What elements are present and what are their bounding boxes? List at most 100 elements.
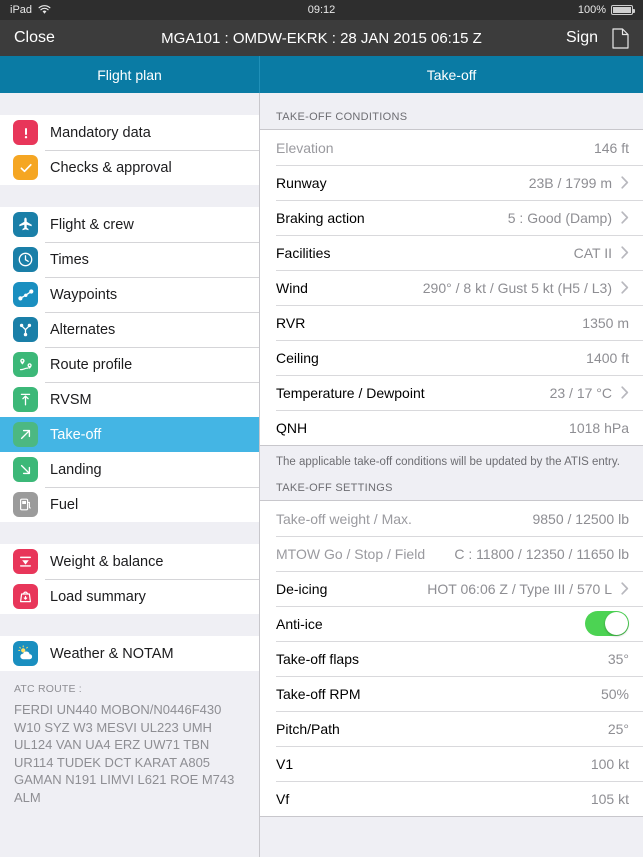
document-icon[interactable] xyxy=(612,27,629,49)
sidebar-item-label: Times xyxy=(50,251,89,268)
sidebar-item-fuel[interactable]: Fuel xyxy=(0,487,259,522)
sidebar-item-load-summary[interactable]: Load summary xyxy=(0,579,259,614)
row-label: Braking action xyxy=(276,209,365,226)
sidebar-item-times[interactable]: Times xyxy=(0,242,259,277)
sidebar-item-label: Weather & NOTAM xyxy=(50,645,174,662)
row-pitch-path: Pitch/Path 25° xyxy=(260,711,643,746)
rvsm-arrow-icon xyxy=(13,387,38,412)
row-ceiling: Ceiling 1400 ft xyxy=(260,340,643,375)
app-screen: iPad 09:12 100% Close MGA101 : OMDW-EKRK… xyxy=(0,0,643,857)
row-label: Take-off flaps xyxy=(276,650,360,667)
navigation-bar-right: Sign xyxy=(566,27,629,49)
row-wind[interactable]: Wind 290° / 8 kt / Gust 5 kt (H5 / L3) xyxy=(260,270,643,305)
row-value-wrap: 5 : Good (Damp) xyxy=(508,210,629,226)
row-label: Pitch/Path xyxy=(276,720,340,737)
battery-icon xyxy=(611,5,635,15)
take-off-settings-list: Take-off weight / Max. 9850 / 12500 lb M… xyxy=(260,500,643,817)
row-value: 146 ft xyxy=(593,139,629,156)
device-name: iPad xyxy=(10,4,33,16)
sidebar-item-weather-notam[interactable]: Weather & NOTAM xyxy=(0,636,259,671)
sidebar-item-mandatory-data[interactable]: Mandatory data xyxy=(0,115,259,150)
sign-button[interactable]: Sign xyxy=(566,29,598,47)
row-label: De-icing xyxy=(276,580,328,597)
row-runway[interactable]: Runway 23B / 1799 m xyxy=(260,165,643,200)
chevron-right-icon xyxy=(621,386,629,399)
sidebar-spacer xyxy=(0,522,259,544)
sidebar: Mandatory data Checks & approval Flight … xyxy=(0,93,260,857)
row-value: C : 11800 / 12350 / 11650 lb xyxy=(454,545,629,562)
row-label: Take-off weight / Max. xyxy=(276,510,412,527)
sidebar-item-waypoints[interactable]: Waypoints xyxy=(0,277,259,312)
row-mtow: MTOW Go / Stop / Field C : 11800 / 12350… xyxy=(260,536,643,571)
chevron-right-icon xyxy=(621,176,629,189)
atis-note: The applicable take-off conditions will … xyxy=(260,446,643,482)
exclamation-icon xyxy=(13,120,38,145)
page-title: MGA101 : OMDW-EKRK : 28 JAN 2015 06:15 Z xyxy=(161,29,482,47)
tab-take-off[interactable]: Take-off xyxy=(260,56,643,93)
sidebar-item-landing[interactable]: Landing xyxy=(0,452,259,487)
check-icon xyxy=(13,155,38,180)
row-facilities[interactable]: Facilities CAT II xyxy=(260,235,643,270)
sidebar-group-plan: Flight & crew Times Waypoints Alternates… xyxy=(0,207,259,522)
sidebar-item-label: Weight & balance xyxy=(50,553,164,570)
row-take-off-flaps: Take-off flaps 35° xyxy=(260,641,643,676)
sidebar-item-label: Fuel xyxy=(50,496,79,513)
row-value: 5 : Good (Damp) xyxy=(507,209,612,226)
sidebar-item-rvsm[interactable]: RVSM xyxy=(0,382,259,417)
atc-route-title: ATC ROUTE : xyxy=(14,683,82,695)
sidebar-item-route-profile[interactable]: Route profile xyxy=(0,347,259,382)
atc-route-text: FERDI UN440 MOBON/N0446F430 W10 SYZ W3 M… xyxy=(14,702,235,805)
sidebar-item-label: Mandatory data xyxy=(50,124,151,141)
load-bag-icon xyxy=(13,584,38,609)
row-value-wrap: CAT II xyxy=(574,245,629,261)
sidebar-spacer xyxy=(0,614,259,636)
row-rvr: RVR 1350 m xyxy=(260,305,643,340)
sidebar-group-weather: Weather & NOTAM xyxy=(0,636,259,671)
sidebar-item-label: Waypoints xyxy=(50,286,118,303)
row-take-off-weight: Take-off weight / Max. 9850 / 12500 lb xyxy=(260,501,643,536)
chevron-right-icon xyxy=(621,281,629,294)
weather-cloud-icon xyxy=(13,641,38,666)
row-braking-action[interactable]: Braking action 5 : Good (Damp) xyxy=(260,200,643,235)
row-label: Elevation xyxy=(276,139,334,156)
sidebar-item-checks-approval[interactable]: Checks & approval xyxy=(0,150,259,185)
row-label: Wind xyxy=(276,279,308,296)
tab-bar: Flight plan Take-off xyxy=(0,56,643,93)
sidebar-item-label: Take-off xyxy=(50,426,102,443)
row-value: 9850 / 12500 lb xyxy=(532,510,629,527)
sidebar-group-weight: Weight & balance Load summary xyxy=(0,544,259,614)
row-de-icing[interactable]: De-icing HOT 06:06 Z / Type III / 570 L xyxy=(260,571,643,606)
anti-ice-toggle[interactable] xyxy=(585,611,629,636)
sidebar-item-label: Route profile xyxy=(50,356,133,373)
row-label: Anti-ice xyxy=(276,615,323,632)
row-value: 105 kt xyxy=(590,790,629,807)
sidebar-item-take-off[interactable]: Take-off xyxy=(0,417,259,452)
close-button[interactable]: Close xyxy=(14,29,55,47)
status-bar-clock: 09:12 xyxy=(307,4,336,16)
landing-arrow-icon xyxy=(13,457,38,482)
balance-icon xyxy=(13,549,38,574)
section-header-settings: TAKE-OFF SETTINGS xyxy=(260,482,643,500)
status-bar-right: 100% xyxy=(578,4,635,16)
row-value-wrap xyxy=(585,611,629,636)
tab-flight-plan[interactable]: Flight plan xyxy=(0,56,260,93)
row-label: Facilities xyxy=(276,244,331,261)
row-temperature-dewpoint[interactable]: Temperature / Dewpoint 23 / 17 °C xyxy=(260,375,643,410)
waypoints-icon xyxy=(13,282,38,307)
wifi-icon xyxy=(38,5,51,15)
sidebar-spacer xyxy=(0,185,259,207)
row-label: Temperature / Dewpoint xyxy=(276,384,425,401)
sidebar-item-alternates[interactable]: Alternates xyxy=(0,312,259,347)
sidebar-item-weight-balance[interactable]: Weight & balance xyxy=(0,544,259,579)
row-value-wrap: 23 / 17 °C xyxy=(550,385,629,401)
row-value: 23 / 17 °C xyxy=(549,384,612,401)
row-label: MTOW Go / Stop / Field xyxy=(276,545,426,562)
take-off-conditions-list: Elevation 146 ft Runway 23B / 1799 m Bra… xyxy=(260,129,643,446)
row-value-wrap: 290° / 8 kt / Gust 5 kt (H5 / L3) xyxy=(423,280,629,296)
toggle-knob xyxy=(605,612,628,635)
status-bar-left: iPad xyxy=(10,4,51,16)
sidebar-spacer xyxy=(0,93,259,115)
sidebar-item-flight-crew[interactable]: Flight & crew xyxy=(0,207,259,242)
content-area: Mandatory data Checks & approval Flight … xyxy=(0,93,643,857)
row-value: HOT 06:06 Z / Type III / 570 L xyxy=(427,580,612,597)
